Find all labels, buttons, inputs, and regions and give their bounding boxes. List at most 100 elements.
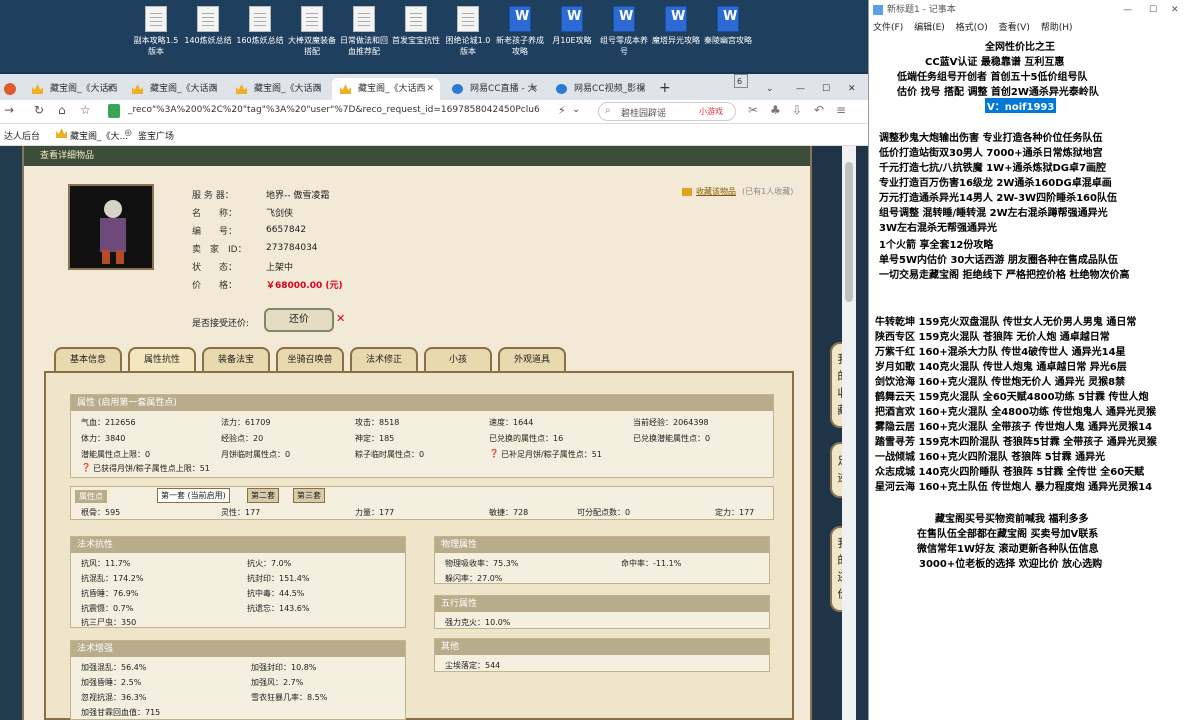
- close-icon[interactable]: ✕: [638, 78, 646, 100]
- desktop-strip: 副本攻略1.5版本 140炼妖总结 160炼妖总结 大棒双魔装备搭配 日常做法和…: [0, 0, 868, 72]
- desktop-file-icon[interactable]: 魔塔异光攻略: [652, 6, 700, 46]
- close-window-icon[interactable]: ✕: [842, 78, 866, 100]
- notepad-text-area[interactable]: 全网性价比之王 CC蓝V认证 最稳靠谱 互利互惠 低端任务组号开创者 首创五十5…: [869, 36, 1184, 720]
- menu-view[interactable]: 查看(V): [999, 23, 1030, 33]
- chevron-down-icon[interactable]: ⌄: [572, 104, 580, 115]
- star-icon[interactable]: ☆: [80, 103, 91, 117]
- browser-tab[interactable]: 藏宝阁_《大话西 ✕: [228, 78, 328, 100]
- crown-icon: [132, 84, 143, 94]
- menu-format[interactable]: 格式(O): [956, 23, 988, 33]
- bargain-label: 是否接受还价:: [192, 319, 250, 329]
- tab-basic-info[interactable]: 基本信息: [54, 347, 122, 371]
- browser-tab[interactable]: 网易CC视频_影视 ✕: [548, 78, 652, 100]
- info-row: 状 态： 上架中: [192, 262, 294, 273]
- word-file-icon: [613, 6, 635, 32]
- item-detail-panel: 查看详细物品 服 务 器： 地界-- 傲雪凌霜 名 称： 飞剑侠 编 号： 66578…: [22, 146, 812, 720]
- close-icon[interactable]: ✕: [426, 78, 434, 100]
- desktop-file-icon[interactable]: 秦陵幽宫攻略: [704, 6, 752, 46]
- menu-edit[interactable]: 编辑(E): [914, 23, 945, 33]
- tab-spell-mods[interactable]: 法术修正: [350, 347, 418, 371]
- maximize-icon[interactable]: ☐: [1149, 0, 1157, 20]
- info-row: 卖 家 ID： 273784034: [192, 243, 318, 255]
- home-icon[interactable]: ⌂: [58, 103, 66, 117]
- points-tab[interactable]: 第三套: [293, 488, 325, 503]
- bookmark-item[interactable]: 藏宝阁_《大...: [70, 129, 128, 142]
- right-frame: 我的收藏 足迹 我的还价: [812, 146, 868, 720]
- url-field[interactable]: _reco"%3A%200%2C%20"tag"%3A%20"user"%7D&…: [128, 105, 540, 115]
- browser-tab[interactable]: 藏宝阁_《大话西 ✕: [24, 78, 120, 100]
- points-tab[interactable]: 第二套: [247, 488, 279, 503]
- reload-icon[interactable]: ↻: [34, 103, 44, 117]
- attributes-section: 属性 (启用第一套属性点) 气血：212656 法力：61709 攻击：8518…: [70, 394, 774, 478]
- desktop-file-icon[interactable]: 困绝论城1.0版本: [444, 6, 492, 57]
- desktop-file-icon[interactable]: 日常做法和回血推荐配: [340, 6, 388, 57]
- desktop-file-icon[interactable]: 160炼妖总结: [236, 6, 284, 46]
- points-tab-active[interactable]: 第一套 (当前启用): [157, 488, 230, 503]
- desktop-file-icon[interactable]: 首发宝宝抗性: [392, 6, 440, 46]
- lightning-icon[interactable]: ⚡: [558, 104, 566, 117]
- search-icon: ⌕: [605, 105, 611, 116]
- favorite-link[interactable]: 收藏该物品: [696, 186, 736, 197]
- notepad-icon: [873, 5, 883, 15]
- tab-children[interactable]: 小孩: [424, 347, 492, 371]
- tab-count-badge[interactable]: 6: [734, 74, 748, 88]
- desktop-file-icon[interactable]: 新老孩子养成攻略: [496, 6, 544, 57]
- close-icon[interactable]: ✕: [106, 78, 114, 100]
- maximize-icon[interactable]: ☐: [816, 78, 840, 100]
- notepad-titlebar: 新标题1 - 记事本 — ☐ ✕: [869, 0, 1184, 20]
- notepad-menu: 文件(F) 编辑(E) 格式(O) 查看(V) 帮助(H): [869, 20, 1184, 36]
- browser-tab[interactable]: 藏宝阁_《大话西 ✕: [124, 78, 224, 100]
- info-row: 编 号： 6657842: [192, 225, 307, 237]
- desktop-file-icon[interactable]: 月10E攻略: [548, 6, 596, 46]
- undo-icon[interactable]: ↶: [814, 103, 824, 117]
- page-title: 查看详细物品: [24, 146, 810, 166]
- close-icon[interactable]: ✕: [530, 78, 538, 100]
- close-icon: ✕: [336, 312, 346, 325]
- tab-appearance[interactable]: 外观道具: [498, 347, 566, 371]
- desktop-file-icon[interactable]: 140炼妖总结: [184, 6, 232, 46]
- download-icon[interactable]: ⇩: [792, 103, 802, 117]
- cc-icon: [452, 84, 463, 94]
- game-icon[interactable]: ♣: [770, 103, 781, 117]
- bookmark-item[interactable]: 达人后台: [4, 129, 40, 142]
- forward-icon[interactable]: →: [4, 103, 14, 117]
- extension-icon[interactable]: ✂: [748, 103, 758, 117]
- bookmarks-bar: 达人后台 藏宝阁_《大... ⊕ 鉴宝广场: [0, 124, 868, 146]
- character-leg: [102, 250, 110, 264]
- character-body: [100, 218, 126, 252]
- close-icon[interactable]: ✕: [1171, 0, 1179, 20]
- browser-tab-active[interactable]: 藏宝阁_《大话西 ✕: [332, 78, 440, 100]
- menu-file[interactable]: 文件(F): [873, 23, 903, 33]
- physical-attributes-section: 物理属性 物理吸收率：75.3% 命中率：-11.1% 躲闪率：27.0%: [434, 536, 770, 584]
- address-bar: → ↻ ⌂ ☆ _reco"%3A%200%2C%20"tag"%3A%20"u…: [0, 100, 868, 124]
- bookmark-item[interactable]: 鉴宝广场: [138, 129, 174, 142]
- dropdown-icon[interactable]: ⌄: [760, 78, 784, 100]
- tab-equipment[interactable]: 装备法宝: [202, 347, 270, 371]
- close-icon[interactable]: ✕: [210, 78, 218, 100]
- info-row: 服 务 器： 地界-- 傲雪凌霜: [192, 191, 330, 201]
- tab-attributes[interactable]: 属性抗性: [128, 347, 196, 371]
- search-input[interactable]: ⌕ 碧桂园辟谣 小游戏: [598, 102, 736, 121]
- text-file-icon: [249, 6, 271, 32]
- tab-mounts-pets[interactable]: 坐骑召唤兽: [276, 347, 344, 371]
- browser-tab[interactable]: 网易CC直播 - 大 ✕: [444, 78, 544, 100]
- close-icon[interactable]: ✕: [314, 78, 322, 100]
- word-file-icon: [717, 6, 739, 32]
- bargain-button[interactable]: 还价: [264, 308, 334, 332]
- help-icon: ❓: [489, 449, 499, 458]
- character-portrait: [68, 184, 154, 270]
- text-file-icon: [197, 6, 219, 32]
- minimize-icon[interactable]: —: [790, 78, 814, 100]
- new-tab-button[interactable]: +: [654, 78, 674, 100]
- desktop-file-icon[interactable]: 副本攻略1.5版本: [132, 6, 180, 57]
- text-file-icon: [457, 6, 479, 32]
- spell-boost-section: 法术增强 加强混乱：56.4% 加强封印：10.8% 加强昏睡：2.5% 加强风…: [70, 640, 406, 720]
- text-file-icon: [145, 6, 167, 32]
- attribute-points-section: 属性点 第一套 (当前启用) 第二套 第三套 根骨：595 灵性：177 力量：…: [70, 486, 774, 520]
- minimize-icon[interactable]: —: [1123, 0, 1132, 20]
- scrollbar-thumb[interactable]: [845, 162, 853, 302]
- desktop-file-icon[interactable]: 大棒双魔装备搭配: [288, 6, 336, 57]
- menu-icon[interactable]: ≡: [836, 103, 846, 117]
- desktop-file-icon[interactable]: 组号零成本养号: [600, 6, 648, 57]
- menu-help[interactable]: 帮助(H): [1041, 23, 1073, 33]
